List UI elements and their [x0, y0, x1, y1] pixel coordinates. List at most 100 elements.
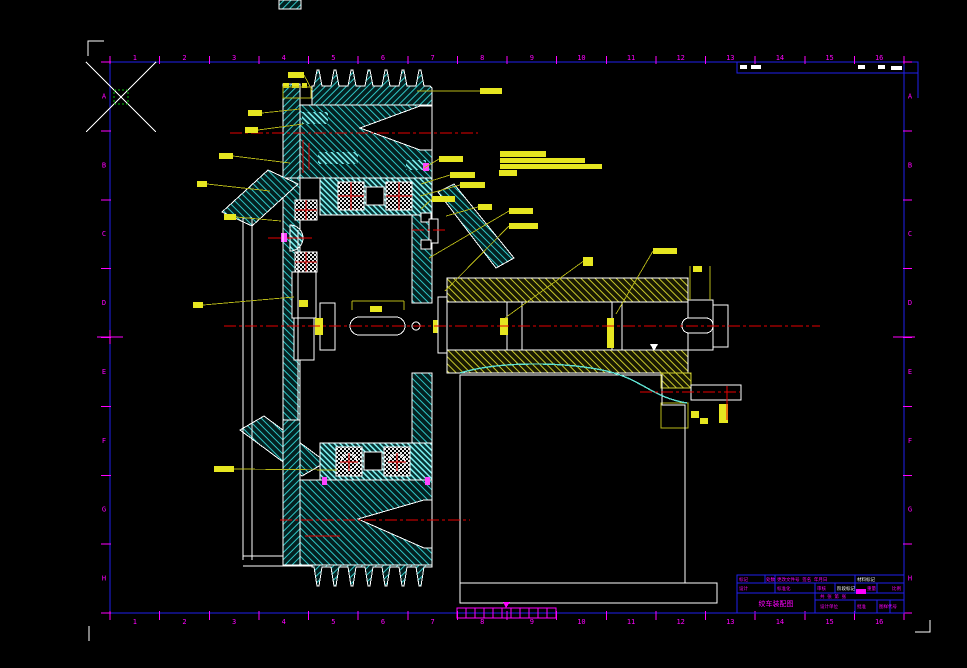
ruler-number: 11: [627, 54, 635, 62]
ruler-number: 16: [875, 54, 883, 62]
label-bar: [499, 170, 517, 176]
zone-letter: G: [908, 506, 912, 514]
title-block: 标记 处数 更改文件号 签名 年月日 材料标记 设计 标准化 审核 阶段标记 重…: [736, 574, 905, 614]
ruler-number: 5: [331, 618, 335, 626]
ruler-number: 4: [282, 54, 286, 62]
tb-drawing-title: 绞车装配图: [759, 599, 794, 608]
cad-canvas[interactable]: 1 2 3 4 5 6 7 8 9 10 11 12 13 14 15 16 1 2 3 4 5 6 7 8 9 10 11 12 13…: [0, 0, 967, 668]
ruler-number: 6: [381, 54, 385, 62]
zone-letter: F: [908, 437, 912, 445]
callout-box: [193, 302, 203, 308]
zone-letter: A: [102, 92, 107, 100]
gear-teeth-bottom: [311, 564, 433, 587]
crop-mark-br: [915, 620, 931, 633]
ruler-number: 4: [282, 618, 286, 626]
callout-box: [509, 208, 533, 214]
zone-letter: E: [908, 368, 912, 376]
ruler-number: 7: [430, 54, 434, 62]
tb-stage: 阶段标记: [837, 585, 855, 592]
ruler-number: 6: [381, 618, 385, 626]
callout-layer: [193, 72, 677, 472]
ruler-number: 3: [232, 618, 236, 626]
callout-box: [245, 127, 258, 133]
tb-standard: 标准化: [777, 585, 791, 592]
ruler-number: 15: [825, 54, 833, 62]
zone-letter: B: [102, 161, 106, 169]
zone-letter: E: [102, 368, 106, 376]
ruler-number: 3: [232, 54, 236, 62]
zone-letter: C: [908, 230, 912, 238]
ruler-number: 8: [480, 54, 484, 62]
tb-design: 设计: [739, 585, 748, 592]
ruler-number: 2: [182, 54, 186, 62]
ruler-number: 11: [627, 618, 635, 626]
ruler-number: 2: [182, 618, 186, 626]
callout-box: [653, 248, 677, 254]
label-bar: [500, 151, 546, 157]
tb-material: 材料标记: [857, 576, 875, 583]
ruler-number: 12: [676, 618, 684, 626]
callout-box: [432, 196, 455, 202]
cad-drawing: 1 2 3 4 5 6 7 8 9 10 11 12 13 14 15 161 2 3 4 5 6 7 8 9 10 11 12 13…: [85, 0, 931, 641]
label-bar: [500, 158, 585, 163]
callout-box: [224, 214, 236, 220]
zone-strip: [736, 61, 919, 74]
zone-letter: F: [102, 437, 106, 445]
ruler-number: 1: [133, 618, 137, 626]
callout-box: [583, 257, 593, 266]
tb-org: 设计单位: [820, 603, 838, 610]
tb-extra: 图样代号: [879, 603, 897, 610]
callout-box: [288, 72, 304, 78]
ruler-number: 5: [331, 54, 335, 62]
ruler-number: 10: [577, 54, 585, 62]
tb-row1-col2: 处数: [766, 576, 775, 583]
ruler-number: 13: [726, 618, 734, 626]
callout-box: [197, 181, 207, 187]
ruler-number: 9: [530, 54, 534, 62]
gear-teeth-top: [311, 69, 433, 106]
callout-box: [248, 110, 262, 116]
base-plate: [459, 582, 718, 604]
zone-letter: H: [908, 575, 912, 583]
callout-box: [480, 88, 502, 94]
ruler-number: 10: [577, 618, 585, 626]
ruler-number: 8: [480, 618, 484, 626]
ruler-number: 14: [776, 618, 784, 626]
leader-line: [232, 155, 291, 164]
key: [607, 318, 614, 348]
ruler-number: 7: [430, 618, 434, 626]
zone-letter: H: [102, 575, 106, 583]
ruler-number: 13: [726, 54, 734, 62]
tb-row1-col3: 更改文件号 签名 年月日: [777, 576, 827, 583]
crop-mark-tl: [87, 40, 104, 56]
tb-doc-no: 批准: [857, 603, 866, 610]
ruler-number: 15: [825, 618, 833, 626]
ruler-number: 12: [676, 54, 684, 62]
callout-box: [509, 223, 538, 229]
callout-box: [214, 466, 234, 472]
tb-row1-col1: 标记: [739, 576, 748, 583]
tb-sheet-info: 共 张 第 张: [820, 593, 847, 600]
stamp-mark: [856, 589, 866, 594]
zone-letter: B: [908, 161, 912, 169]
tb-check: 审核: [817, 585, 826, 592]
callout-box: [478, 204, 492, 210]
label-bar: [500, 164, 602, 169]
callout-box: [439, 156, 463, 162]
ruler-number: 1: [133, 54, 137, 62]
tb-weight: 重量: [867, 585, 876, 592]
zone-letter: D: [908, 299, 912, 307]
zone-letter: A: [908, 92, 913, 100]
callout-box: [460, 182, 485, 188]
callout-box: [450, 172, 475, 178]
tb-scale: 比例: [892, 585, 901, 592]
zone-letter: G: [102, 506, 106, 514]
pedestal: [459, 363, 718, 604]
zone-letter: C: [102, 230, 106, 238]
callout-box: [219, 153, 233, 159]
zone-letter: D: [102, 299, 106, 307]
ruler-number: 9: [530, 618, 534, 626]
ruler-number: 16: [875, 618, 883, 626]
leader-line: [202, 296, 295, 306]
ruler-number: 14: [776, 54, 784, 62]
